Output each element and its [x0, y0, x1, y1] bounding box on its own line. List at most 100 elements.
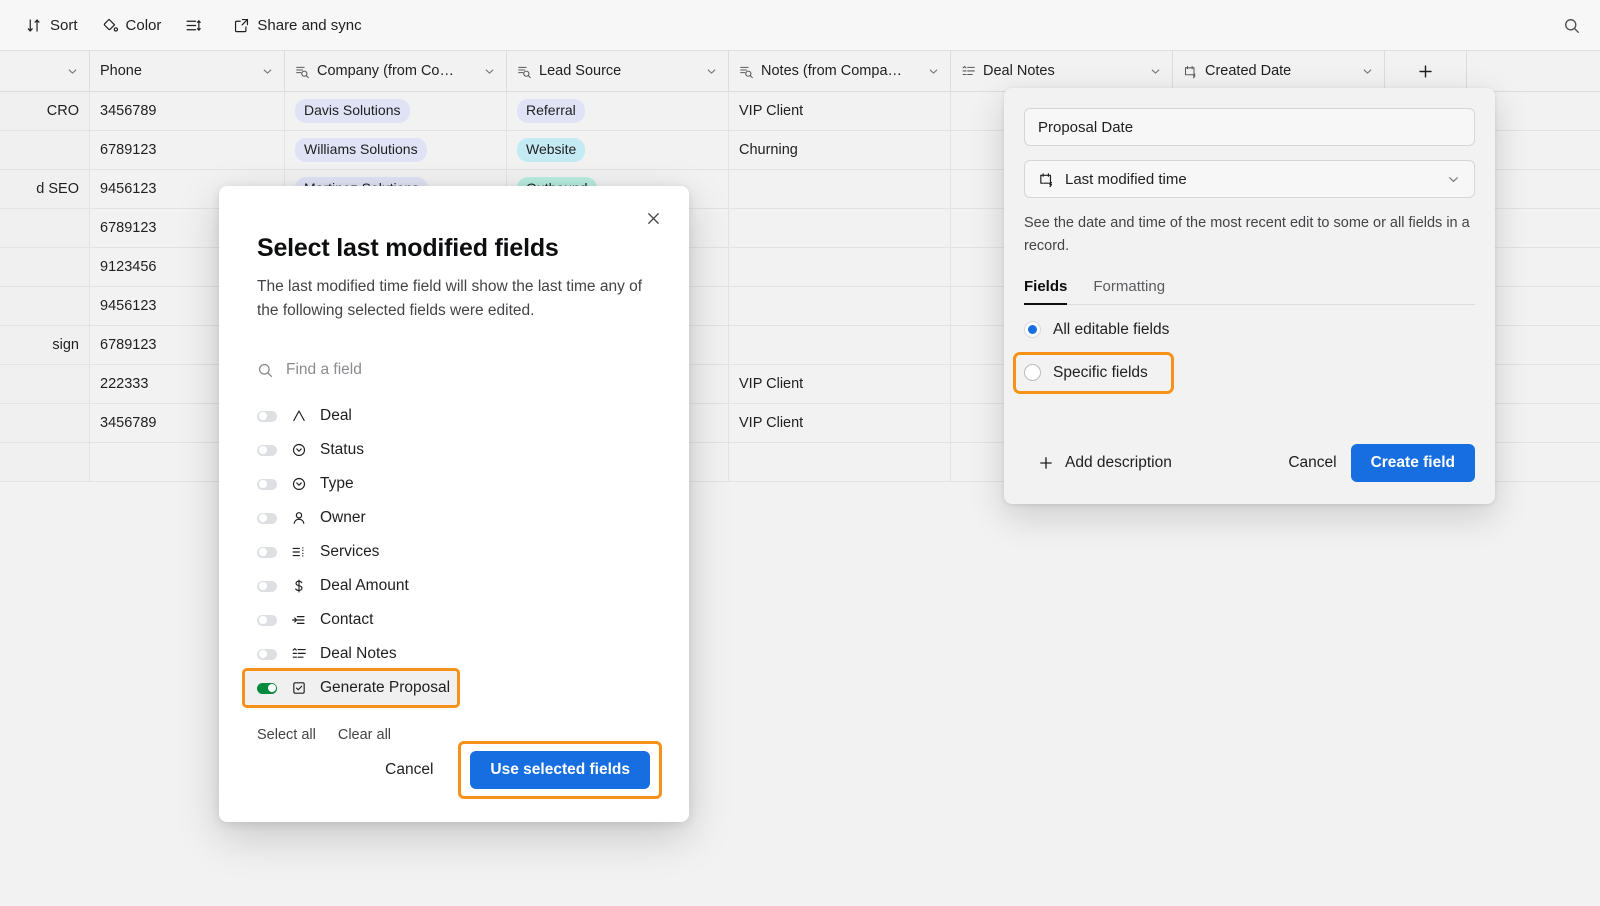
cell-value: 6789123	[100, 142, 157, 158]
field-label: Type	[320, 475, 354, 493]
checkbox-icon	[290, 680, 307, 696]
field-type-label: Last modified time	[1065, 170, 1187, 188]
column-header-lead-source[interactable]: Lead Source	[507, 51, 729, 91]
column-header-deal-notes[interactable]: Deal Notes	[951, 51, 1173, 91]
dialog-title: Select last modified fields	[257, 234, 559, 262]
table-cell-company[interactable]: Williams Solutions	[285, 131, 507, 169]
table-cell-notes[interactable]: VIP Client	[729, 365, 951, 403]
dialog-cancel-button[interactable]: Cancel	[371, 752, 447, 788]
column-label-deal-notes: Deal Notes	[983, 63, 1055, 79]
table-cell-notes[interactable]: Churning	[729, 131, 951, 169]
table-cell-c0[interactable]	[0, 209, 90, 247]
radio-all-editable-fields[interactable]: All editable fields	[1024, 315, 1475, 345]
field-row-deal[interactable]: Deal	[245, 399, 651, 433]
tab-fields[interactable]: Fields	[1024, 277, 1068, 305]
table-cell-notes[interactable]	[729, 248, 951, 286]
cell-value: VIP Client	[739, 415, 804, 431]
table-cell-c0[interactable]	[0, 248, 90, 286]
field-label: Status	[320, 441, 364, 459]
search-icon	[1565, 19, 1579, 33]
clear-all-link[interactable]: Clear all	[338, 727, 391, 743]
add-field-button[interactable]	[1385, 51, 1467, 91]
row-height-button[interactable]	[175, 10, 219, 40]
field-toggle-status[interactable]	[257, 444, 277, 456]
search-button[interactable]	[1556, 10, 1588, 42]
table-cell-c0[interactable]: CRO	[0, 92, 90, 130]
cell-value: Davis Solutions	[295, 99, 410, 123]
table-cell-c0[interactable]: d SEO	[0, 170, 90, 208]
table-cell-notes[interactable]: VIP Client	[729, 404, 951, 442]
tab-formatting[interactable]: Formatting	[1093, 278, 1165, 304]
field-row-contact[interactable]: Contact	[245, 603, 651, 637]
table-cell-c0[interactable]	[0, 131, 90, 169]
field-toggle-generate-proposal[interactable]	[257, 682, 277, 694]
table-cell-notes[interactable]	[729, 443, 951, 481]
cell-value: 3456789	[100, 415, 157, 431]
cell-value: 3456789	[100, 103, 157, 119]
popover-cancel-button[interactable]: Cancel	[1274, 445, 1350, 481]
table-cell-company[interactable]: Davis Solutions	[285, 92, 507, 130]
close-dialog-button[interactable]	[639, 204, 667, 232]
table-cell-phone[interactable]: 3456789	[90, 92, 285, 130]
column-header-phone[interactable]: Phone	[90, 51, 285, 91]
table-cell-lead_source[interactable]: Website	[507, 131, 729, 169]
grid-column-headers: Phone Company (from Co… Lead Source Note…	[0, 51, 1600, 92]
field-toggle-deal-notes[interactable]	[257, 648, 277, 660]
column-header-notes[interactable]: Notes (from Compa…	[729, 51, 951, 91]
table-cell-notes[interactable]	[729, 209, 951, 247]
cell-value: d SEO	[36, 181, 79, 197]
field-toggle-type[interactable]	[257, 478, 277, 490]
table-cell-notes[interactable]	[729, 326, 951, 364]
add-description-button[interactable]: Add description	[1030, 448, 1180, 478]
tab-fields-label: Fields	[1024, 277, 1068, 295]
table-cell-c0[interactable]	[0, 404, 90, 442]
field-label: Deal	[320, 407, 352, 425]
field-row-owner[interactable]: Owner	[245, 501, 651, 535]
field-label: Contact	[320, 611, 374, 629]
field-row-deal-notes[interactable]: Deal Notes	[245, 637, 651, 671]
field-type-select[interactable]: Last modified time	[1024, 160, 1475, 198]
field-toggle-services[interactable]	[257, 546, 277, 558]
table-cell-notes[interactable]	[729, 170, 951, 208]
field-row-deal-amount[interactable]: Deal Amount	[245, 569, 651, 603]
column-header-created-date[interactable]: Created Date	[1173, 51, 1385, 91]
create-field-button[interactable]: Create field	[1350, 444, 1475, 482]
view-toolbar: Sort Color Share and sync	[0, 0, 1600, 51]
table-cell-c0[interactable]	[0, 365, 90, 403]
single-select-icon	[290, 442, 307, 458]
table-cell-c0[interactable]	[0, 287, 90, 325]
field-toggle-owner[interactable]	[257, 512, 277, 524]
cell-value: CRO	[46, 103, 79, 119]
find-a-field-input[interactable]	[286, 361, 586, 380]
table-cell-lead_source[interactable]: Referral	[507, 92, 729, 130]
field-toggle-contact[interactable]	[257, 614, 277, 626]
share-and-sync-button[interactable]: Share and sync	[223, 10, 371, 40]
single-line-text-icon	[290, 408, 307, 424]
field-toggle-deal[interactable]	[257, 410, 277, 422]
table-cell-notes[interactable]	[729, 287, 951, 325]
use-selected-fields-button[interactable]: Use selected fields	[470, 751, 650, 789]
field-type-description: See the date and time of the most recent…	[1024, 215, 1470, 254]
table-cell-notes[interactable]: VIP Client	[729, 92, 951, 130]
column-header-0[interactable]	[0, 51, 90, 91]
field-row-status[interactable]: Status	[245, 433, 651, 467]
radio-specific-fields[interactable]: Specific fields	[1013, 351, 1174, 394]
table-cell-phone[interactable]: 6789123	[90, 131, 285, 169]
select-all-link[interactable]: Select all	[257, 727, 316, 743]
column-header-company[interactable]: Company (from Co…	[285, 51, 507, 91]
sort-button[interactable]: Sort	[16, 10, 88, 40]
sort-label: Sort	[50, 16, 78, 34]
lookup-icon	[296, 66, 309, 78]
field-toggle-deal-amount[interactable]	[257, 580, 277, 592]
field-label: Deal Notes	[320, 645, 397, 663]
color-icon	[103, 18, 118, 32]
table-cell-c0[interactable]	[0, 443, 90, 481]
color-button[interactable]: Color	[92, 10, 172, 40]
field-row-generate-proposal[interactable]: Generate Proposal	[242, 668, 460, 709]
field-row-type[interactable]: Type	[245, 467, 651, 501]
currency-icon	[290, 578, 307, 594]
field-label: Generate Proposal	[320, 679, 451, 697]
field-name-input[interactable]	[1024, 108, 1475, 146]
field-row-services[interactable]: Services	[245, 535, 651, 569]
table-cell-c0[interactable]: sign	[0, 326, 90, 364]
